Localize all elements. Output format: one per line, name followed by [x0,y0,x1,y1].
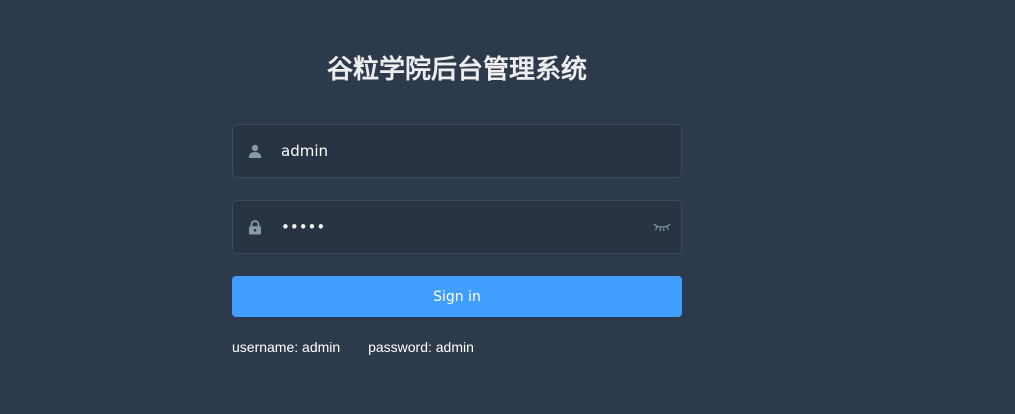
login-container: 谷粒学院后台管理系统 admin ••••• Sign in username:… [0,0,1015,414]
eye-closed-icon[interactable] [653,219,671,235]
login-tips: username: admin password: admin [232,339,474,355]
sign-in-button[interactable]: Sign in [232,276,682,317]
page-title: 谷粒学院后台管理系统 [326,55,587,85]
login-form: 谷粒学院后台管理系统 admin ••••• Sign in username:… [232,0,682,355]
password-tip: password: admin [368,339,474,355]
username-tip: username: admin [232,339,341,355]
user-icon [247,142,263,160]
username-form-item [232,124,682,178]
password-input[interactable] [281,201,641,253]
lock-icon [247,218,263,236]
username-input[interactable] [281,125,641,177]
password-form-item [232,200,682,254]
